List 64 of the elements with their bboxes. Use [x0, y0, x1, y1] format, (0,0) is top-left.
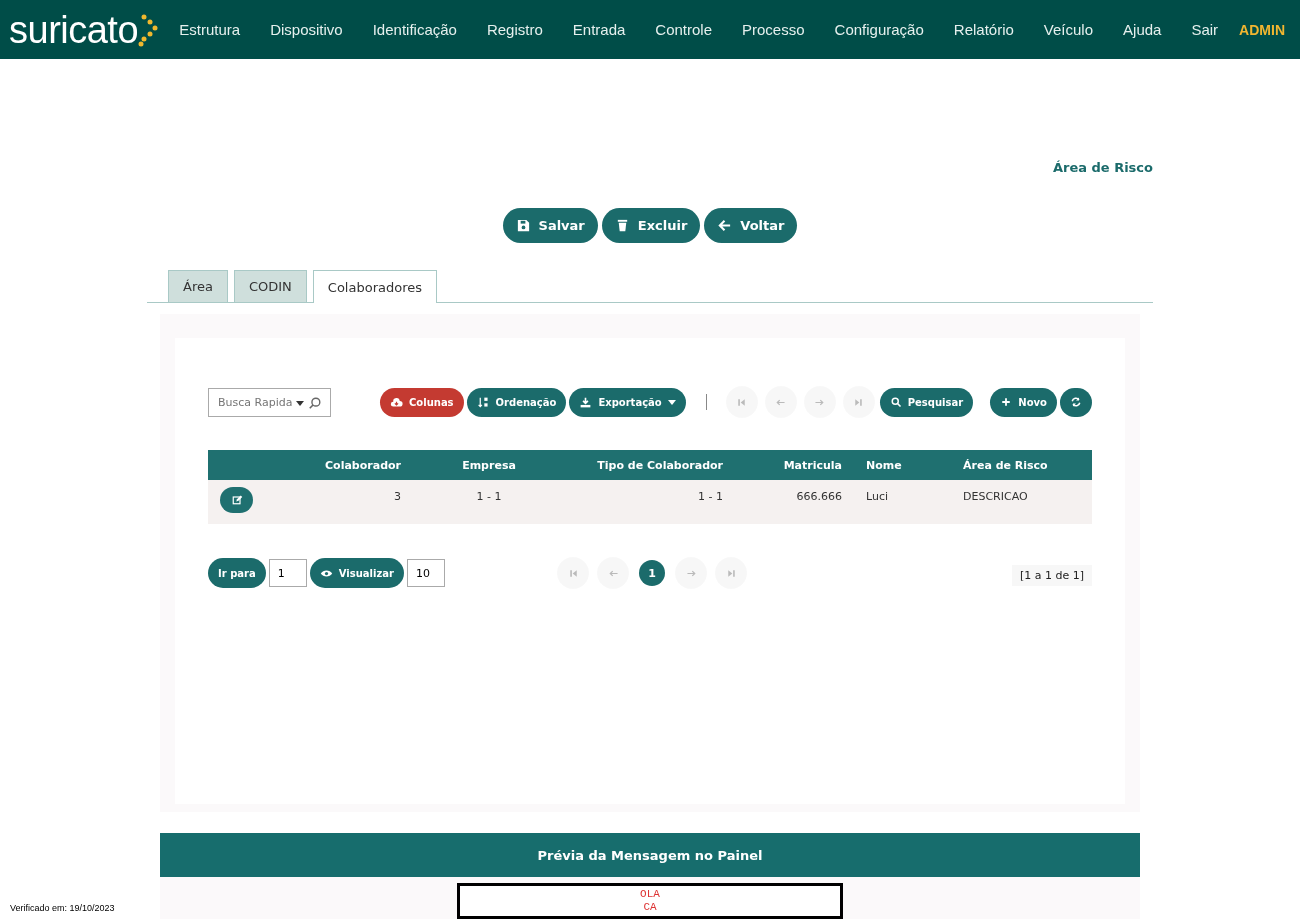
tab[interactable]: Colaboradores	[312, 270, 437, 303]
caret-icon	[667, 398, 676, 406]
user-menu[interactable]: ADMIN	[1233, 21, 1300, 38]
page-title: Área de Risco	[1052, 160, 1153, 175]
column-header[interactable]: Colaborador	[325, 458, 401, 472]
tab[interactable]: Área	[168, 270, 228, 302]
new-button[interactable]: Novo	[990, 387, 1057, 417]
verification-date: Verificado em: 19/10/2023	[10, 903, 115, 913]
menu-item[interactable]: Entrada	[557, 21, 641, 38]
column-header[interactable]: Área de Risco	[963, 458, 1048, 472]
table-cell: 666.666	[796, 490, 842, 503]
sort-icon	[476, 395, 490, 409]
plus-icon	[1000, 396, 1013, 408]
page-button[interactable]: 1	[639, 560, 665, 586]
menu-item[interactable]: Veículo	[1028, 21, 1109, 38]
message-line: OLA	[640, 888, 660, 901]
arrow-left-icon	[717, 218, 733, 233]
quick-search-field[interactable]: Busca Rapida	[208, 387, 331, 417]
menu-item[interactable]: Dispositivo	[255, 21, 358, 38]
menu-item[interactable]: Relatório	[938, 21, 1029, 38]
menu-item[interactable]: Sair	[1176, 21, 1234, 38]
column-header[interactable]: Empresa	[462, 458, 516, 472]
menu-item[interactable]: Controle	[640, 21, 728, 38]
view-button[interactable]: Visualizar	[309, 558, 404, 588]
cloud-download-icon	[390, 395, 403, 409]
record-summary: [1 a 1 de 1]	[1011, 564, 1092, 586]
menu-item[interactable]: Identificação	[357, 21, 472, 38]
toolbar-button[interactable]: Colunas	[380, 387, 464, 417]
action-button[interactable]: Salvar	[502, 208, 598, 243]
menu-item[interactable]: Estrutura	[164, 21, 256, 38]
refresh-button[interactable]	[1060, 387, 1092, 417]
table-cell: Luci	[866, 490, 888, 503]
search-icon	[308, 395, 322, 410]
column-header[interactable]: Matricula	[783, 458, 842, 472]
menu-item[interactable]: Registro	[471, 21, 558, 38]
edit-icon	[230, 494, 243, 506]
page-size-field[interactable]: 10	[406, 559, 445, 587]
menu-item[interactable]: Ajuda	[1108, 21, 1177, 38]
page-number-field[interactable]: 1	[268, 559, 307, 587]
action-button[interactable]: Excluir	[601, 208, 701, 243]
menu-item[interactable]: Processo	[727, 21, 820, 38]
table-cell: 3	[394, 490, 401, 503]
table-cell: 1 - 1	[476, 490, 502, 503]
download-icon	[579, 395, 593, 409]
column-header[interactable]: Tipo de Colaborador	[597, 458, 723, 472]
logo-dots-icon	[138, 12, 159, 47]
preview-title: Prévia da Mensagem no Painel	[537, 847, 763, 863]
brand-logo-text: suricato	[9, 10, 139, 49]
action-button[interactable]: Voltar	[704, 208, 798, 243]
toolbar-button[interactable]: Ordenação	[466, 387, 567, 417]
column-header[interactable]: Nome	[866, 458, 902, 472]
search-button[interactable]: Pesquisar	[879, 387, 974, 417]
dropdown-button[interactable]: Exportação	[569, 387, 686, 417]
edit-button[interactable]	[220, 487, 253, 513]
tab[interactable]: CODIN	[233, 270, 307, 302]
save-icon	[515, 218, 531, 233]
menu-item[interactable]: Configuração	[819, 21, 939, 38]
refresh-icon	[1070, 396, 1082, 408]
message-line: CA	[643, 901, 657, 914]
caret-icon	[296, 398, 304, 407]
table-cell: DESCRICAO	[963, 490, 1028, 503]
goto-button[interactable]: Ir para	[208, 558, 266, 588]
search-icon	[889, 396, 902, 408]
table-cell: 1 - 1	[698, 490, 723, 503]
